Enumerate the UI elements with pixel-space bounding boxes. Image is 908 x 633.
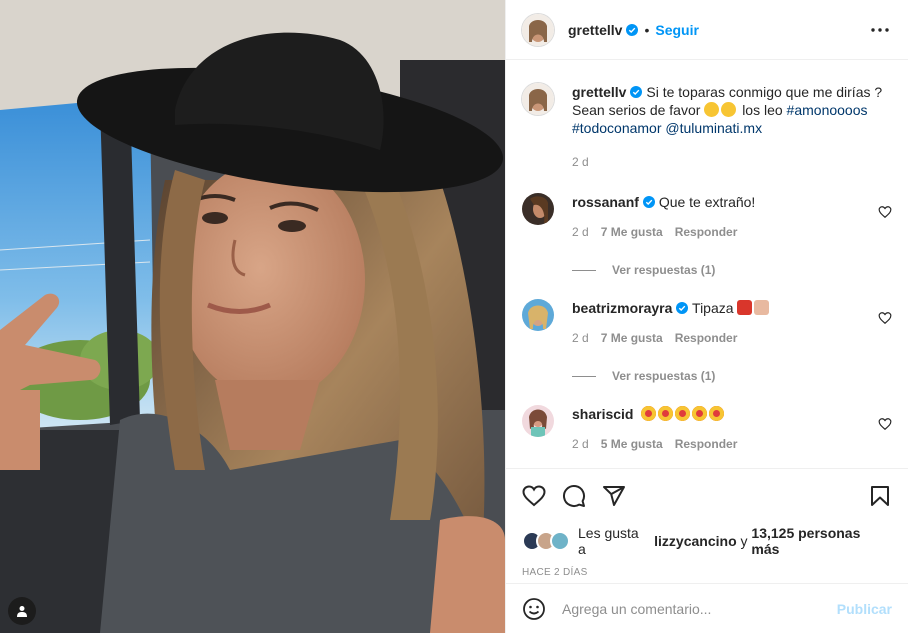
more-icon <box>871 27 889 32</box>
view-replies-button[interactable]: Ver respuestas (1) <box>572 369 892 383</box>
rofl-emoji-icon <box>721 102 737 117</box>
comment-input[interactable] <box>562 600 837 617</box>
reply-button[interactable]: Responder <box>675 329 738 347</box>
comment-text: Que te extraño! <box>658 194 756 210</box>
add-comment-bar: Publicar <box>506 583 908 633</box>
heart-icon <box>522 485 546 507</box>
liker-username[interactable]: lizzycancino <box>654 533 736 549</box>
publish-button[interactable]: Publicar <box>837 601 892 617</box>
heart-eyes-emoji-icon <box>658 406 674 421</box>
post-side-panel: grettellv • Seguir grettellv Si te topar… <box>505 0 908 633</box>
post-actions-area: Les gusta a lizzycancino y 13,125 person… <box>506 468 908 578</box>
avatar[interactable] <box>522 13 554 46</box>
follow-button[interactable]: Seguir <box>655 22 699 38</box>
share-button[interactable] <box>602 484 626 508</box>
comment-item: shariscid 2 d 5 Me gusta Responder <box>522 405 892 453</box>
liker-avatars[interactable] <box>522 531 570 551</box>
comment-bubble-icon <box>563 485 585 507</box>
comment-button[interactable] <box>562 484 586 508</box>
action-bar <box>522 483 892 509</box>
heart-eyes-emoji-icon <box>692 406 708 421</box>
verified-badge-icon <box>642 196 655 208</box>
selfie-image <box>0 0 505 633</box>
like-comment-heart-icon[interactable] <box>878 205 892 219</box>
post-photo[interactable] <box>0 0 505 633</box>
comment-item: rossananf Que te extraño! 2 d 7 Me gusta… <box>522 193 892 241</box>
heart-eyes-emojis <box>641 406 726 422</box>
avatar[interactable] <box>522 299 554 331</box>
caption-text-2: los leo <box>742 102 783 118</box>
separator-dot: • <box>644 21 650 38</box>
comment-username[interactable]: rossananf <box>572 194 639 210</box>
caption-time[interactable]: 2 d <box>572 153 589 171</box>
likes-count[interactable]: 13,125 personas más <box>751 525 892 557</box>
post-date[interactable]: HACE 2 DÍAS <box>522 567 892 578</box>
emoji-picker-icon[interactable] <box>522 597 546 621</box>
likes-summary: Les gusta a lizzycancino y 13,125 person… <box>522 525 892 557</box>
tagged-users-button[interactable] <box>8 597 36 625</box>
reply-button[interactable]: Responder <box>675 435 738 453</box>
comment-text: Tipaza <box>692 300 734 316</box>
bookmark-icon <box>871 486 889 506</box>
reply-button[interactable]: Responder <box>675 223 738 241</box>
heart-eyes-emoji-icon <box>641 406 657 421</box>
comment-time[interactable]: 2 d <box>572 435 589 453</box>
likes-prefix: Les gusta a <box>578 525 639 557</box>
view-replies-label: Ver respuestas (1) <box>612 263 716 277</box>
nail-polish-emoji-icon <box>754 300 770 315</box>
like-comment-heart-icon[interactable] <box>878 417 892 431</box>
comment-likes[interactable]: 7 Me gusta <box>601 223 663 241</box>
comment-item: beatrizmorayra Tipaza 2 d 7 Me gusta Res… <box>522 299 892 347</box>
paper-plane-icon <box>603 486 625 506</box>
like-button[interactable] <box>522 484 546 508</box>
comment-username[interactable]: shariscid <box>572 406 633 422</box>
verified-badge-icon <box>626 23 639 36</box>
post-header: grettellv • Seguir <box>506 0 908 60</box>
caption: grettellv Si te toparas conmigo que me d… <box>522 83 892 171</box>
avatar[interactable] <box>522 193 554 225</box>
comment-time[interactable]: 2 d <box>572 223 589 241</box>
like-comment-heart-icon[interactable] <box>878 311 892 325</box>
verified-badge-icon <box>630 86 643 98</box>
dancer-emoji-icon <box>737 300 753 315</box>
comments-list[interactable]: grettellv Si te toparas conmigo que me d… <box>506 61 908 467</box>
replies-divider <box>572 269 596 271</box>
avatar[interactable] <box>522 405 554 437</box>
view-replies-button[interactable]: Ver respuestas (1) <box>572 263 892 277</box>
heart-eyes-emoji-icon <box>709 406 725 421</box>
save-button[interactable] <box>868 484 892 508</box>
replies-divider <box>572 375 596 377</box>
likes-conjunction: y <box>740 533 748 549</box>
avatar[interactable] <box>522 83 554 115</box>
header-username[interactable]: grettellv <box>568 22 622 38</box>
heart-eyes-emoji-icon <box>675 406 691 421</box>
caption-username[interactable]: grettellv <box>572 84 626 100</box>
comment-likes[interactable]: 5 Me gusta <box>601 435 663 453</box>
comment-likes[interactable]: 7 Me gusta <box>601 329 663 347</box>
view-replies-label: Ver respuestas (1) <box>612 369 716 383</box>
comment-time[interactable]: 2 d <box>572 329 589 347</box>
zany-face-emoji-icon <box>704 102 720 117</box>
more-options-button[interactable] <box>868 18 892 42</box>
comment-username[interactable]: beatrizmorayra <box>572 300 672 316</box>
hashtag-link[interactable]: #todoconamor <box>572 120 662 136</box>
verified-badge-icon <box>676 302 689 314</box>
hashtag-link[interactable]: #amonoooos <box>787 102 868 118</box>
person-icon <box>17 606 27 617</box>
mention-link[interactable]: @tuluminati.mx <box>665 120 762 136</box>
avatar <box>550 531 570 551</box>
